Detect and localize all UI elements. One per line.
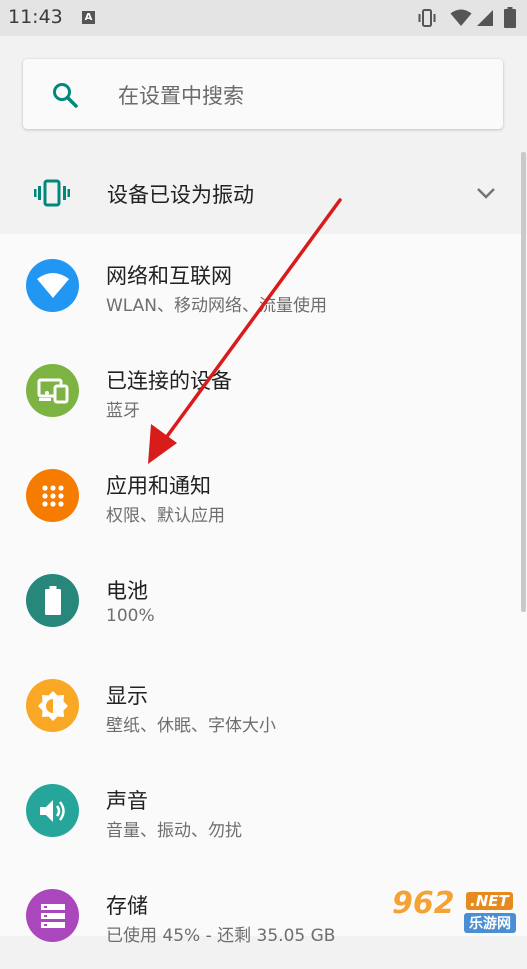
watermark-logo: 962 .NET 乐游网 xyxy=(388,886,524,934)
vibrate-icon xyxy=(416,8,438,32)
settings-item-title: 应用和通知 xyxy=(106,474,211,498)
settings-item-subtitle: 100% xyxy=(106,606,155,626)
status-bar: 11:43 A xyxy=(0,0,527,36)
storage-icon xyxy=(26,889,79,942)
wifi-icon xyxy=(450,8,472,32)
settings-item-subtitle: 已使用 45% - 还剩 35.05 GB xyxy=(106,926,336,946)
settings-item-subtitle: 权限、默认应用 xyxy=(106,506,225,526)
settings-item-subtitle: 蓝牙 xyxy=(106,401,140,421)
devices-icon xyxy=(26,364,79,417)
settings-item-battery[interactable]: 电池 100% xyxy=(0,549,527,654)
battery-icon xyxy=(26,574,79,627)
apps-icon xyxy=(26,469,79,522)
settings-item-display[interactable]: 显示 壁纸、休眠、字体大小 xyxy=(0,654,527,759)
scrollbar[interactable] xyxy=(521,152,526,612)
battery-icon xyxy=(504,7,516,33)
cell-signal-icon xyxy=(475,8,495,32)
settings-item-title: 网络和互联网 xyxy=(106,264,232,288)
status-time: 11:43 xyxy=(8,6,63,28)
wifi-icon xyxy=(26,259,79,312)
settings-item-title: 电池 xyxy=(106,579,148,603)
volume-icon xyxy=(26,784,79,837)
settings-item-apps-notifications[interactable]: 应用和通知 权限、默认应用 xyxy=(0,444,527,549)
settings-item-title: 显示 xyxy=(106,684,148,708)
chevron-down-icon[interactable] xyxy=(476,185,496,204)
brightness-icon xyxy=(26,679,79,732)
settings-item-subtitle: 音量、振动、勿扰 xyxy=(106,821,242,841)
condition-text: 设备已设为振动 xyxy=(107,183,254,207)
settings-item-subtitle: 壁纸、休眠、字体大小 xyxy=(106,716,276,736)
notification-a-icon: A xyxy=(82,11,95,24)
watermark-caption: 乐游网 xyxy=(464,913,516,933)
settings-item-sound[interactable]: 声音 音量、振动、勿扰 xyxy=(0,759,527,864)
settings-item-connected-devices[interactable]: 已连接的设备 蓝牙 xyxy=(0,339,527,444)
vibrate-icon xyxy=(34,178,70,212)
watermark-number: 962 xyxy=(392,886,455,921)
settings-item-title: 声音 xyxy=(106,789,148,813)
settings-item-title: 已连接的设备 xyxy=(106,369,232,393)
settings-item-network[interactable]: 网络和互联网 WLAN、移动网络、流量使用 xyxy=(0,234,527,339)
vibrate-condition-card[interactable]: 设备已设为振动 xyxy=(0,152,527,234)
watermark-suffix: .NET xyxy=(466,892,513,910)
settings-item-subtitle: WLAN、移动网络、流量使用 xyxy=(106,296,328,316)
settings-list: 网络和互联网 WLAN、移动网络、流量使用 已连接的设备 蓝牙 应用和通知 权限… xyxy=(0,234,527,946)
settings-search-bar[interactable]: 在设置中搜索 xyxy=(23,59,503,129)
search-icon xyxy=(51,81,79,113)
settings-item-title: 存储 xyxy=(106,894,148,918)
search-placeholder: 在设置中搜索 xyxy=(118,84,244,108)
